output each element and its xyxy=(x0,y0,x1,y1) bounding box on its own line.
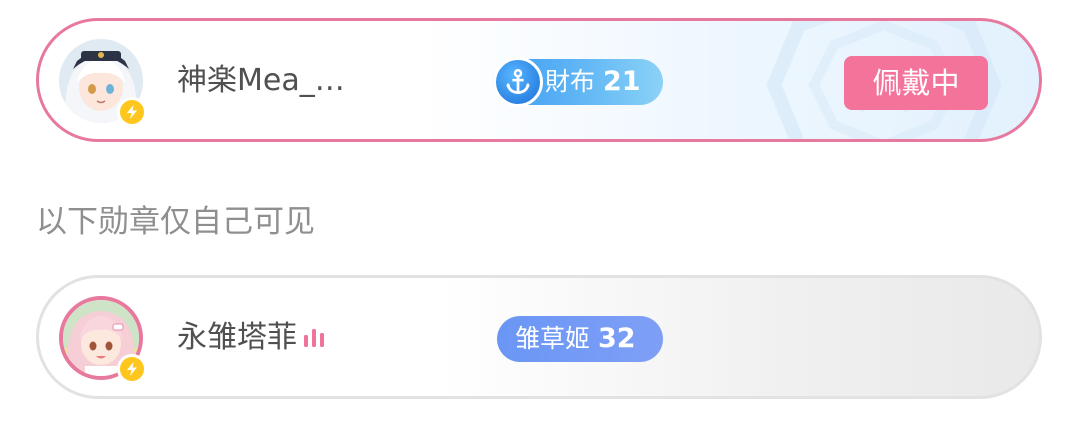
fan-medal[interactable]: 財布 21 xyxy=(493,57,663,107)
lightning-icon xyxy=(117,97,147,127)
medal-level: 21 xyxy=(603,66,641,97)
worn-medal-card[interactable]: 神楽Mea_… 財布 21 佩戴中 xyxy=(36,18,1042,142)
lightning-icon xyxy=(117,354,147,384)
username-text: 永雏塔菲 xyxy=(177,320,297,355)
user-avatar-wrap[interactable] xyxy=(59,39,147,127)
live-signal-icon xyxy=(304,328,324,347)
username: 永雏塔菲 xyxy=(177,318,325,358)
medal-level: 32 xyxy=(598,323,636,354)
username: 神楽Mea_… xyxy=(177,63,345,98)
private-medal-card[interactable]: 永雏塔菲 雏草姬 32 xyxy=(36,275,1042,399)
fan-medal[interactable]: 雏草姬 32 xyxy=(497,316,663,362)
medal-name: 雏草姬 xyxy=(515,324,591,353)
user-avatar-wrap[interactable] xyxy=(59,296,147,384)
medal-name: 財布 xyxy=(545,67,596,96)
private-medals-heading: 以下勋章仅自己可见 xyxy=(36,204,315,240)
anchor-icon xyxy=(493,57,543,107)
wearing-status-button[interactable]: 佩戴中 xyxy=(844,56,988,110)
